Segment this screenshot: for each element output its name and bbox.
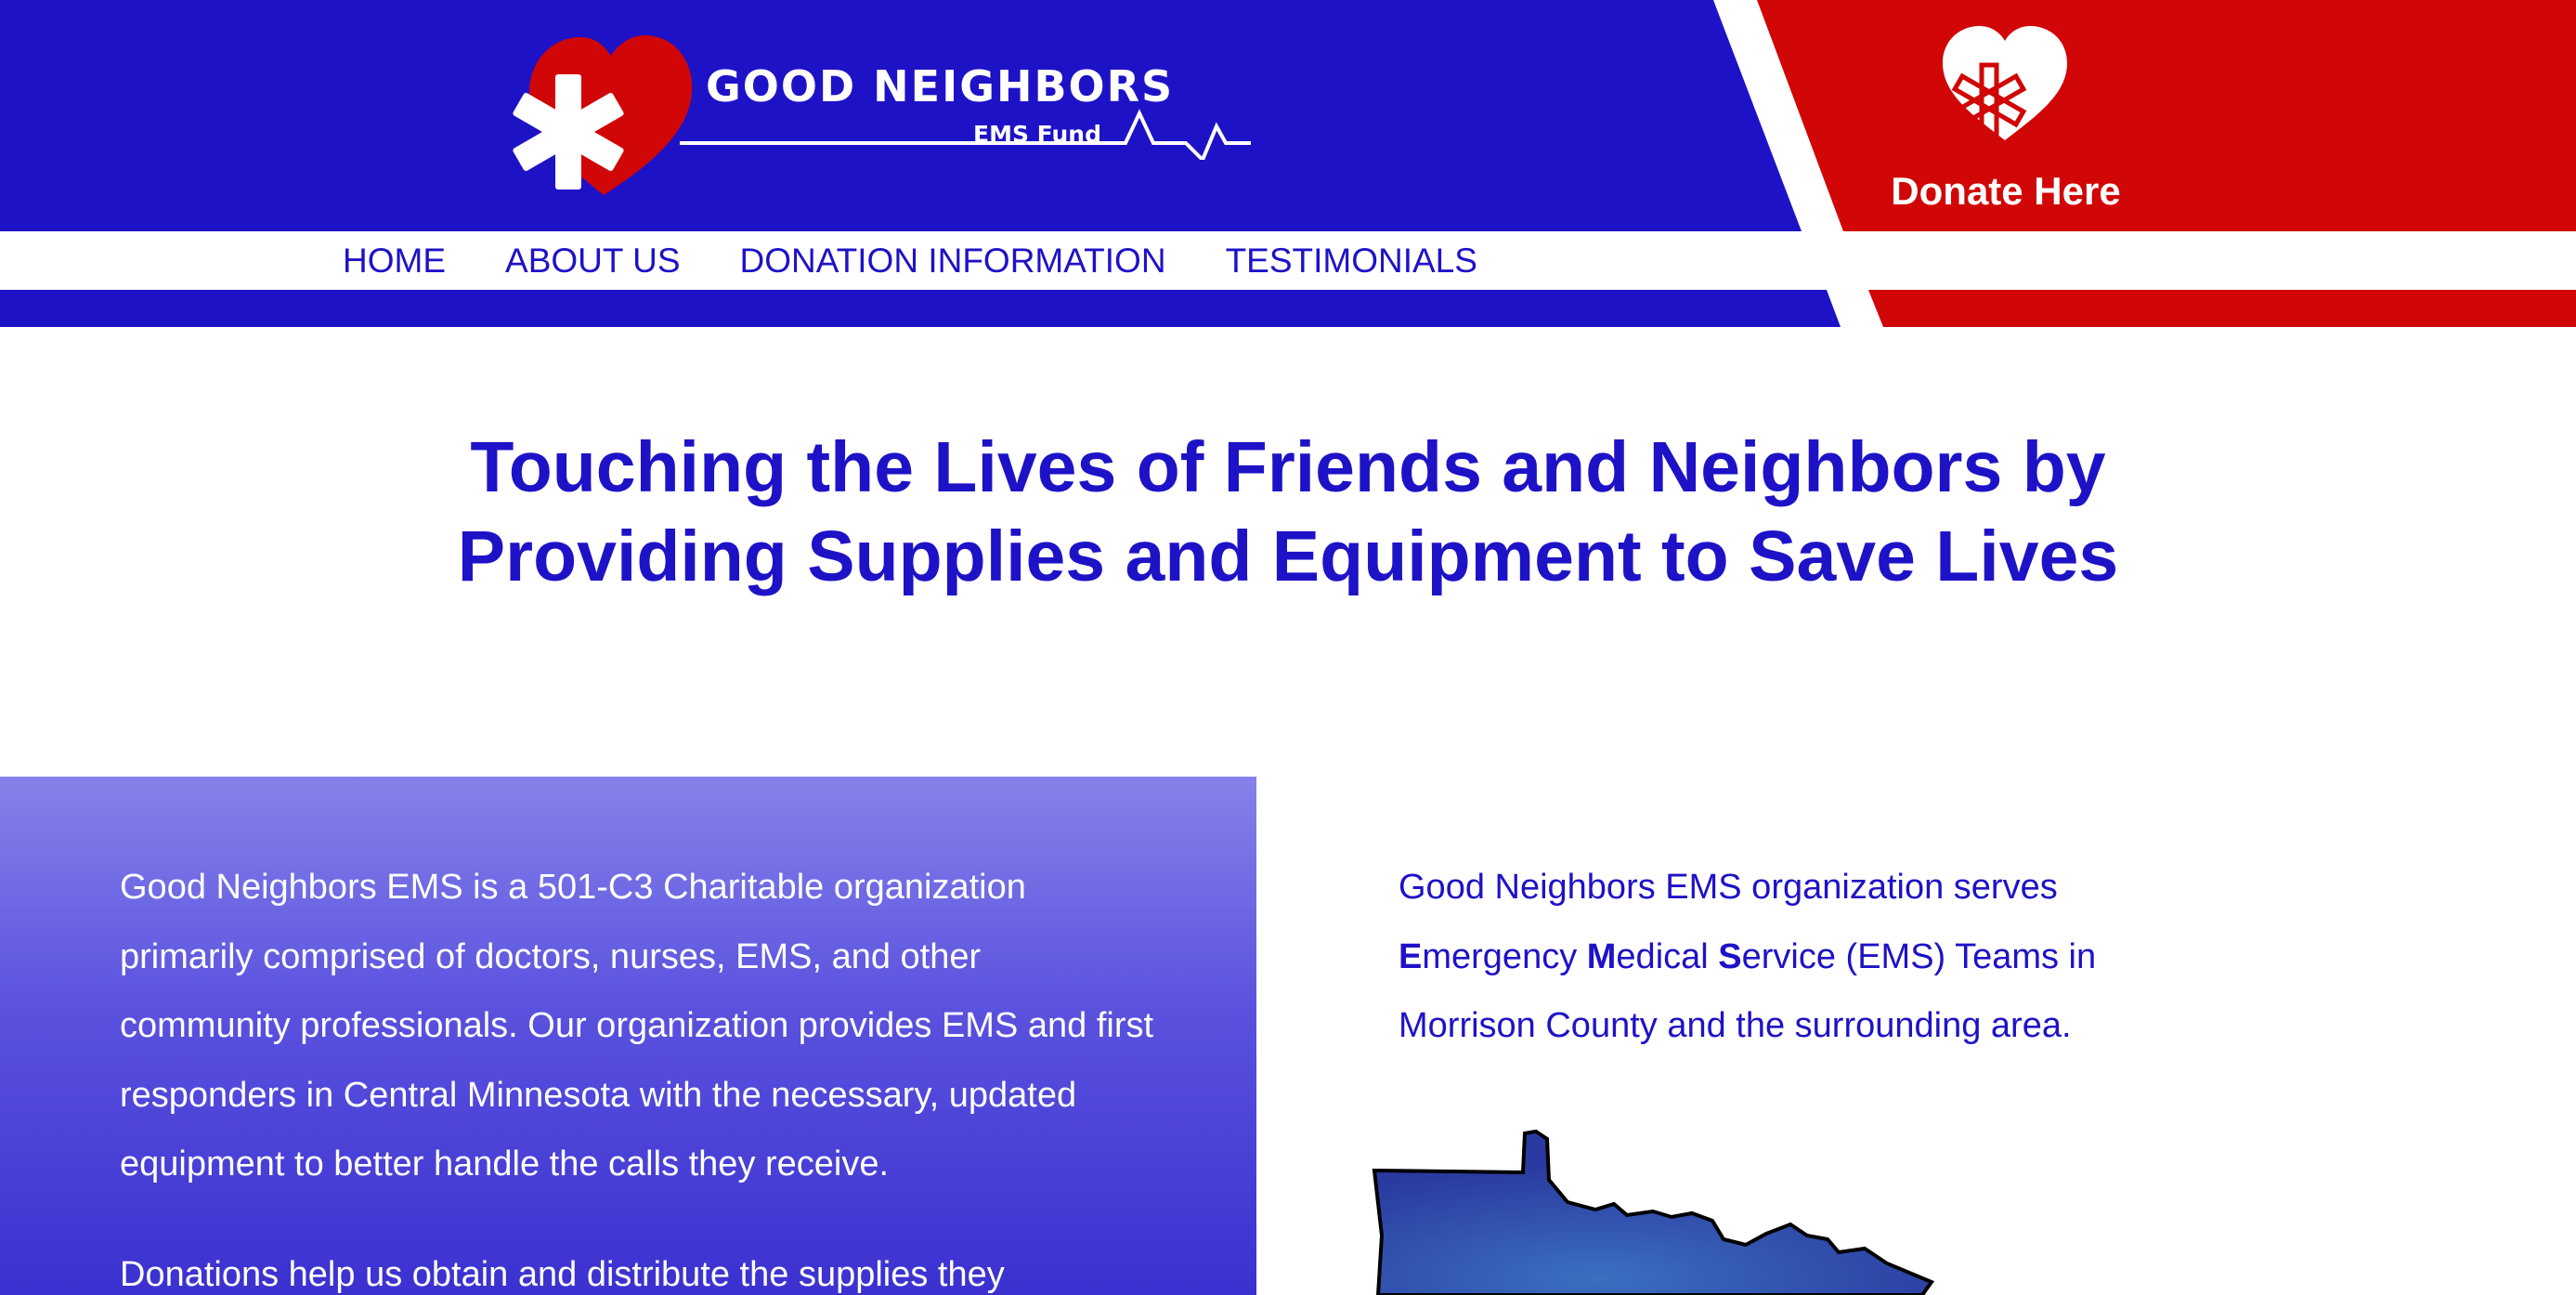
main-nav: HOME ABOUT US DONATION INFORMATION TESTI… xyxy=(0,231,1820,290)
page-headline: Touching the Lives of Friends and Neighb… xyxy=(0,423,2576,601)
serves-e-rest: mergency xyxy=(1422,936,1587,976)
heartbeat-line xyxy=(680,109,1251,160)
headline-line-2: Providing Supplies and Equipment to Save… xyxy=(457,517,2119,596)
nav-about-us[interactable]: ABOUT US xyxy=(505,242,680,281)
serves-text: Good Neighbors EMS organization serves E… xyxy=(1399,853,2216,1061)
serves-line-2: Emergency Medical Service (EMS) Teams in xyxy=(1399,922,2216,992)
nav-testimonials[interactable]: TESTIMONIALS xyxy=(1226,242,1477,281)
serves-m-rest: edical xyxy=(1616,936,1719,976)
about-panel: Good Neighbors EMS is a 501-C3 Charitabl… xyxy=(0,777,1256,1295)
serves-s: S xyxy=(1718,936,1742,976)
heart-star-of-life-icon xyxy=(513,35,693,195)
nav-home[interactable]: HOME xyxy=(343,242,446,281)
logo-subtitle: EMS Fund xyxy=(973,121,1101,148)
minnesota-map-icon xyxy=(1372,1129,1935,1295)
donate-button[interactable]: Donate Here xyxy=(1857,19,2154,223)
serves-e: E xyxy=(1399,936,1423,976)
nav-donation-information[interactable]: DONATION INFORMATION xyxy=(740,242,1166,281)
serves-s-rest: ervice (EMS) Teams in xyxy=(1741,936,2097,976)
donate-label: Donate Here xyxy=(1891,169,2121,213)
serves-line-3: Morrison County and the surrounding area… xyxy=(1399,1006,2072,1045)
headline-line-1: Touching the Lives of Friends and Neighb… xyxy=(470,427,2106,507)
serves-m: M xyxy=(1586,936,1617,976)
about-paragraph-2: Donations help us obtain and distribute … xyxy=(120,1255,1005,1294)
about-paragraph-1: Good Neighbors EMS is a 501-C3 Charitabl… xyxy=(120,868,1154,1184)
site-logo[interactable]: GOOD NEIGHBORS EMS Fund xyxy=(501,28,1263,204)
heart-medical-icon xyxy=(1943,26,2067,140)
serves-line-1: Good Neighbors EMS organization serves xyxy=(1399,868,2058,907)
